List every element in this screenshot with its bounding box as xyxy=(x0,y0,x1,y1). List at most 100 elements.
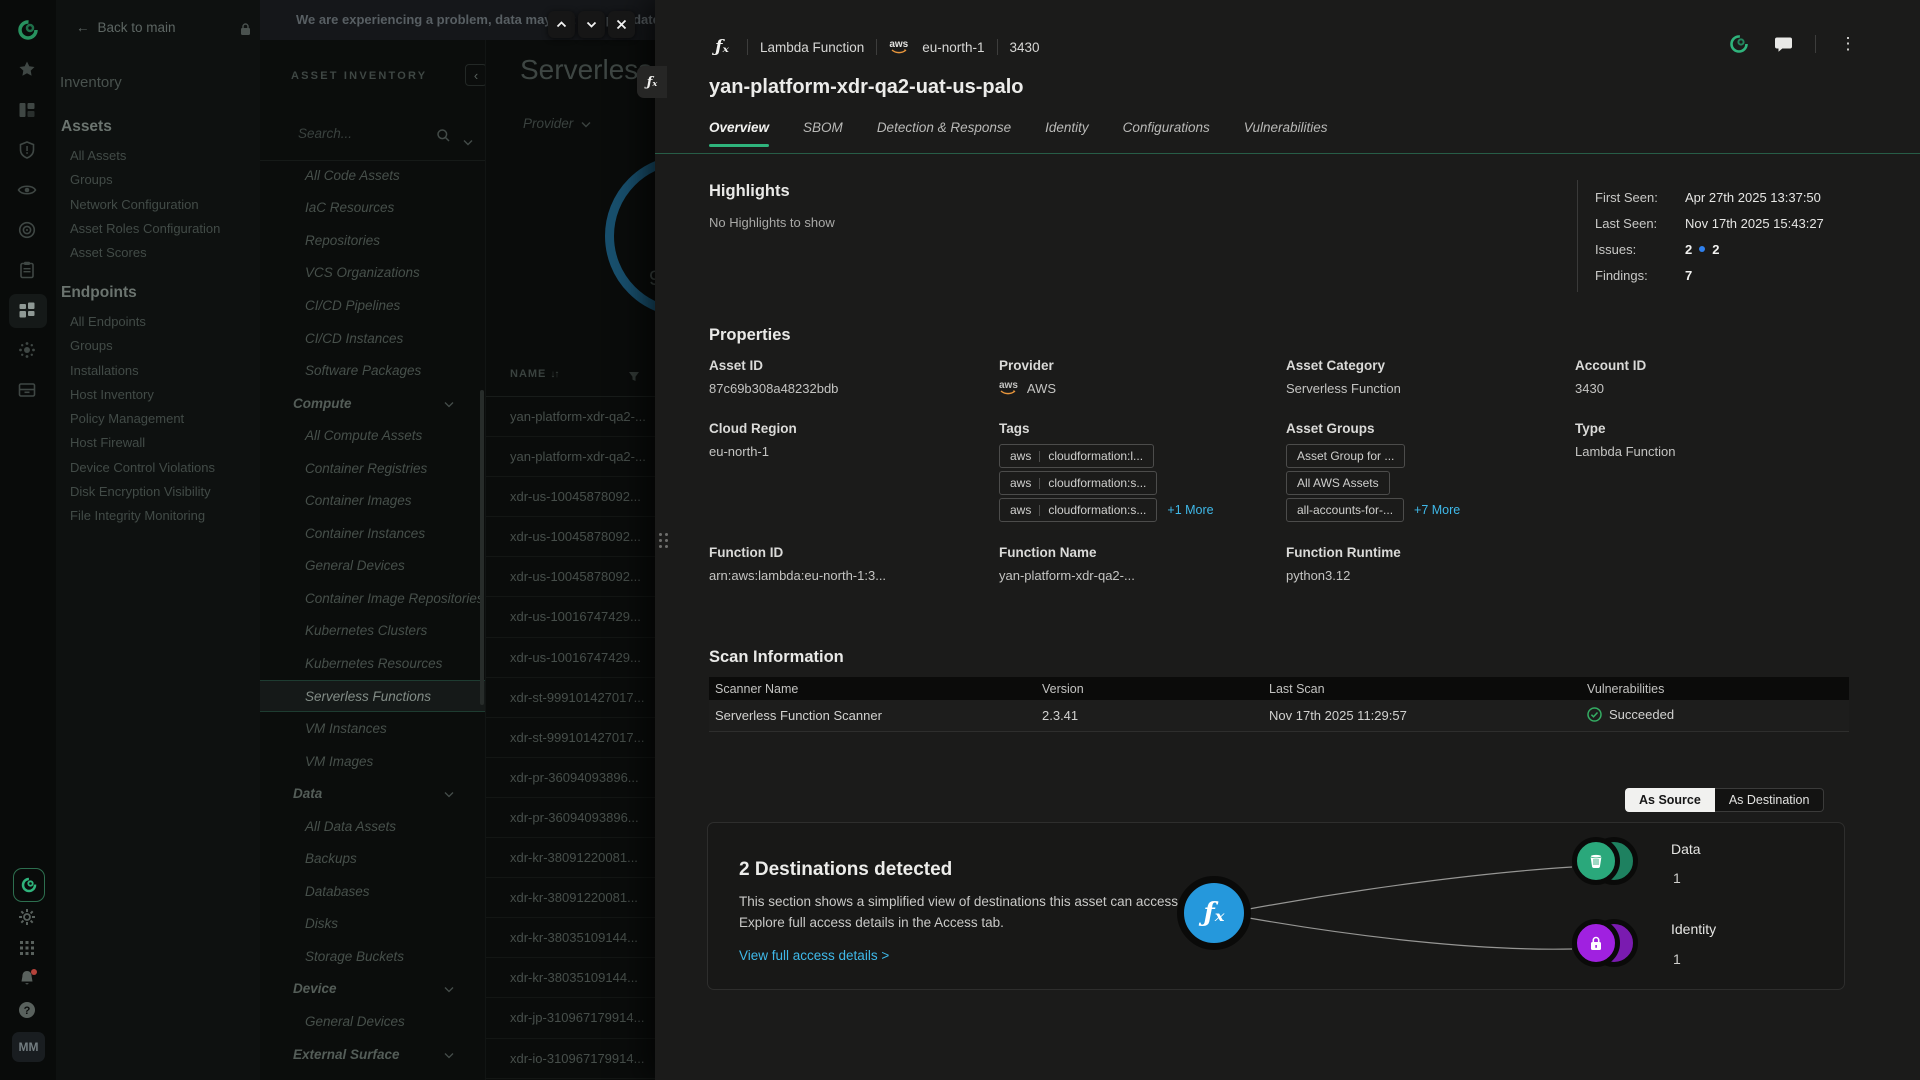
tag-chip[interactable]: awscloudformation:l... xyxy=(999,444,1154,468)
search-icon[interactable] xyxy=(436,128,451,148)
table-row[interactable]: xdr-kr-38091220081... xyxy=(486,878,655,918)
asset-category-item[interactable]: Repositories xyxy=(260,224,486,257)
sidebar-item[interactable]: All Assets xyxy=(70,144,220,168)
layout-panels-icon[interactable] xyxy=(17,100,39,122)
asset-category-item[interactable]: Device xyxy=(260,973,486,1006)
asset-category-item[interactable]: Disks xyxy=(260,908,486,941)
findings-count[interactable]: 7 xyxy=(1685,268,1692,283)
asset-category-item[interactable]: External Surface xyxy=(260,1038,486,1071)
asset-group-chip[interactable]: All AWS Assets xyxy=(1286,471,1390,495)
sidebar-item[interactable]: Groups xyxy=(70,334,215,358)
asset-category-item[interactable]: Backups xyxy=(260,842,486,875)
table-row[interactable]: xdr-kr-38035109144... xyxy=(486,958,655,998)
table-row[interactable]: xdr-st-999101427017... xyxy=(486,678,655,718)
identity-destination-node[interactable] xyxy=(1564,917,1642,979)
shield-alert-icon[interactable] xyxy=(17,140,39,162)
clipboard-icon[interactable] xyxy=(17,260,39,282)
eye-icon[interactable] xyxy=(17,180,39,202)
scrollbar[interactable] xyxy=(480,390,484,705)
lambda-tab-notch[interactable]: ƒₓ xyxy=(637,66,667,98)
filter-funnel-icon[interactable] xyxy=(628,369,640,387)
comment-icon[interactable] xyxy=(1771,32,1795,56)
asset-category-item[interactable]: Container Instances xyxy=(260,517,486,550)
asset-category-item[interactable]: Compute xyxy=(260,387,486,420)
inventory-grid-icon[interactable] xyxy=(17,300,39,322)
sidebar-item[interactable]: Host Inventory xyxy=(70,383,215,407)
table-row[interactable]: yan-platform-xdr-qa2-... xyxy=(486,397,655,437)
table-row[interactable]: xdr-us-10016747429... xyxy=(486,597,655,637)
asset-category-item[interactable]: IaC Resources xyxy=(260,192,486,225)
settings-gear-icon[interactable] xyxy=(17,907,39,929)
sidebar-item[interactable]: Network Configuration xyxy=(70,193,220,217)
asset-category-item[interactable]: All Compute Assets xyxy=(260,419,486,452)
table-row[interactable]: xdr-pr-36094093896... xyxy=(486,758,655,798)
sidebar-item[interactable]: Policy Management xyxy=(70,407,215,431)
data-destination-node[interactable] xyxy=(1564,835,1642,897)
sidebar-item[interactable]: Host Firewall xyxy=(70,431,215,455)
tag-chip[interactable]: awscloudformation:s... xyxy=(999,498,1157,522)
app-logo-icon[interactable] xyxy=(16,18,40,42)
name-column-header[interactable]: NAME↓↑ xyxy=(510,368,558,380)
asset-category-item[interactable]: Databases xyxy=(260,875,486,908)
tags-more-link[interactable]: +1 More xyxy=(1167,503,1213,517)
asset-category-item[interactable]: Container Images xyxy=(260,484,486,517)
asset-category-item[interactable]: Software Packages xyxy=(260,354,486,387)
sidebar-item[interactable]: Installations xyxy=(70,359,215,383)
sidebar-item[interactable]: Device Control Violations xyxy=(70,456,215,480)
back-to-main-button[interactable]: ←Back to main xyxy=(76,20,176,35)
asset-category-item[interactable]: Kubernetes Clusters xyxy=(260,615,486,648)
product-logo-button[interactable] xyxy=(13,868,45,902)
search-input[interactable] xyxy=(298,126,428,141)
sidebar-item[interactable]: Asset Scores xyxy=(70,241,220,265)
tab[interactable]: Overview xyxy=(709,120,769,147)
provider-filter-dropdown[interactable]: Provider xyxy=(523,116,591,131)
asset-category-item[interactable]: Kubernetes Resources xyxy=(260,647,486,680)
as-source-button[interactable]: As Source xyxy=(1625,788,1715,812)
sidebar-group-assets[interactable]: Assets xyxy=(61,118,112,136)
tab[interactable]: Configurations xyxy=(1123,120,1210,147)
asset-category-item[interactable]: Container Registries xyxy=(260,452,486,485)
help-icon[interactable]: ? xyxy=(17,1000,39,1022)
table-row[interactable]: xdr-us-10045878092... xyxy=(486,557,655,597)
asset-category-item[interactable]: All Code Assets xyxy=(260,159,486,192)
table-row[interactable]: xdr-st-999101427017... xyxy=(486,718,655,758)
sidebar-item[interactable]: Asset Roles Configuration xyxy=(70,217,220,241)
issues-secondary-count[interactable]: 2 xyxy=(1712,242,1719,257)
asset-group-chip[interactable]: Asset Group for ... xyxy=(1286,444,1405,468)
tab[interactable]: SBOM xyxy=(803,120,843,147)
scan-table-row[interactable]: Serverless Function Scanner 2.3.41 Nov 1… xyxy=(709,700,1849,732)
tab[interactable]: Vulnerabilities xyxy=(1244,120,1328,147)
asset-category-item[interactable]: Serverless Functions xyxy=(260,680,486,713)
table-row[interactable]: xdr-us-10045878092... xyxy=(486,477,655,517)
tab[interactable]: Detection & Response xyxy=(877,120,1011,147)
sidebar-item[interactable]: File Integrity Monitoring xyxy=(70,504,215,528)
apps-grid-icon[interactable] xyxy=(17,938,39,960)
asset-group-chip[interactable]: all-accounts-for-... xyxy=(1286,498,1404,522)
asset-category-item[interactable]: Data xyxy=(260,777,486,810)
table-row[interactable]: xdr-kr-38035109144... xyxy=(486,918,655,958)
asset-category-item[interactable]: VCS Organizations xyxy=(260,257,486,290)
asset-category-item[interactable]: CI/CD Pipelines xyxy=(260,289,486,322)
scroll-down-button[interactable] xyxy=(578,11,605,38)
asset-groups-more-link[interactable]: +7 More xyxy=(1414,503,1460,517)
sidebar-item[interactable]: Groups xyxy=(70,168,220,192)
table-row[interactable]: xdr-kr-38091220081... xyxy=(486,838,655,878)
asset-category-item[interactable]: General Devices xyxy=(260,550,486,583)
search-options-chevron-icon[interactable] xyxy=(463,133,473,151)
asset-category-item[interactable]: VM Images xyxy=(260,745,486,778)
automation-icon[interactable] xyxy=(17,340,39,362)
asset-category-item[interactable]: All Data Assets xyxy=(260,810,486,843)
sidebar-item[interactable]: All Endpoints xyxy=(70,310,215,334)
collapse-panel-button[interactable]: ‹ xyxy=(465,64,486,86)
table-row[interactable]: yan-platform-xdr-qa2-... xyxy=(486,437,655,477)
issues-count[interactable]: 2 xyxy=(1685,242,1692,257)
sidebar-group-endpoints[interactable]: Endpoints xyxy=(61,284,137,302)
tag-chip[interactable]: awscloudformation:s... xyxy=(999,471,1157,495)
sort-icon[interactable]: ↓↑ xyxy=(550,369,558,380)
view-access-details-link[interactable]: View full access details > xyxy=(739,948,889,963)
lambda-source-node[interactable]: ƒₓ xyxy=(1177,876,1251,950)
table-row[interactable]: xdr-jp-310967179914... xyxy=(486,998,655,1038)
scope-ring-icon[interactable] xyxy=(1727,32,1751,56)
asset-category-item[interactable]: Storage Buckets xyxy=(260,940,486,973)
table-row[interactable]: xdr-us-10045878092... xyxy=(486,517,655,557)
